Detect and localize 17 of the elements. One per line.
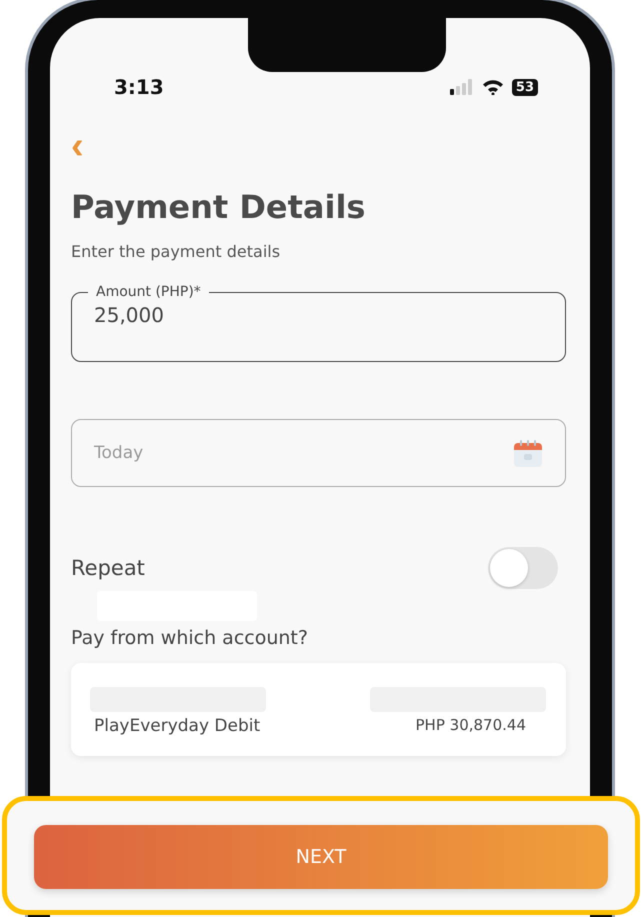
repeat-label: Repeat [71,556,145,580]
account-balance: PHP 30,870.44 [416,716,526,736]
battery-level: 53 [512,78,538,96]
repeat-toggle[interactable] [488,547,558,589]
wifi-icon [482,79,504,95]
signal-icon [450,79,474,95]
date-field[interactable]: Today [71,419,566,487]
account-card[interactable]: PlayEveryday Debit PHP 30,870.44 [71,663,566,756]
status-time: 3:13 [114,75,164,99]
next-button[interactable]: NEXT [34,824,608,888]
page-subtitle: Enter the payment details [71,242,282,261]
amount-field[interactable]: Amount (PHP)* 25,000 [71,283,566,362]
section-heading: Pay from which account? [71,627,309,649]
page-title: Payment Details [71,188,366,226]
back-button[interactable]: ‹ [71,128,84,164]
account-name: PlayEveryday Debit [94,716,260,736]
calendar-icon [513,438,543,468]
